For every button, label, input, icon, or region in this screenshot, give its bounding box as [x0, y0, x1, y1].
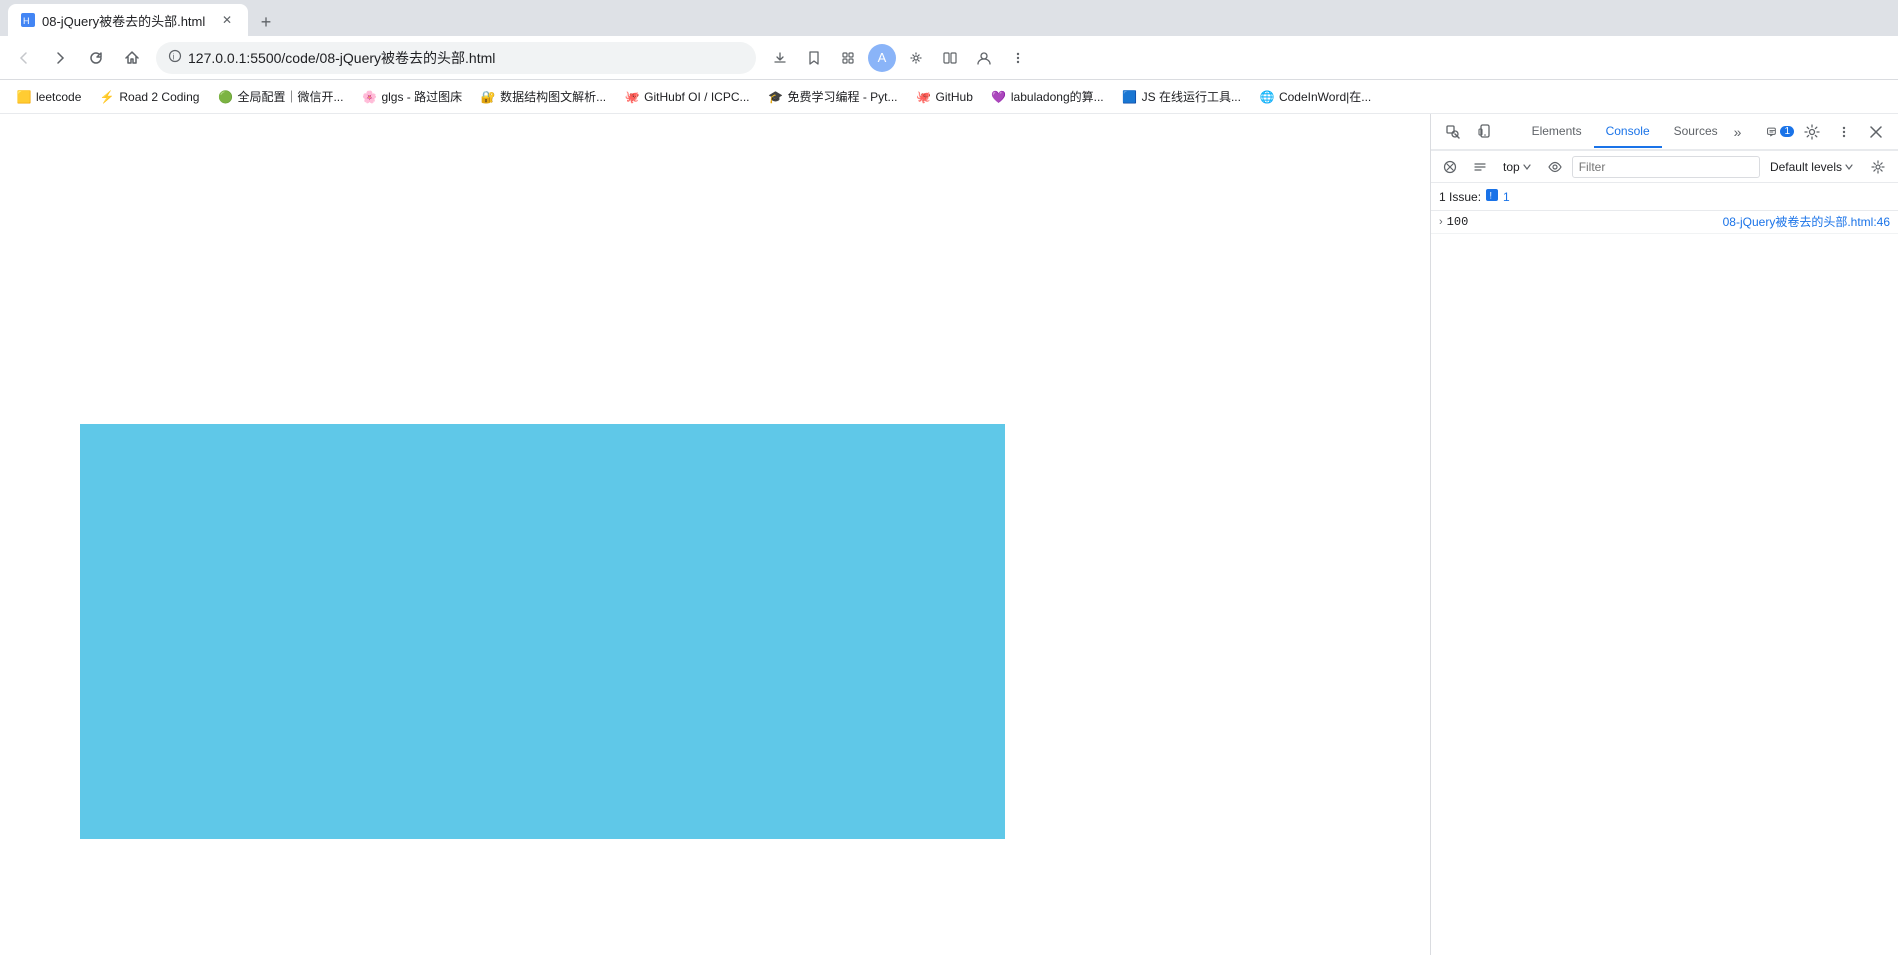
bookmark-label-js-tool: JS 在线运行工具...: [1142, 88, 1241, 105]
bookmark-label-glgs: glgs - 路过图床: [381, 88, 462, 105]
expand-icon-0[interactable]: ›: [1439, 213, 1443, 228]
devtools-toolbar: top Default levels: [1431, 151, 1898, 183]
bookmark-labuladong[interactable]: 💜 labuladong的算...: [983, 84, 1112, 109]
webpage-content[interactable]: [0, 114, 1430, 955]
feedback-badge: 1: [1780, 126, 1794, 137]
bookmark-github[interactable]: 🐙 GitHub: [908, 85, 981, 109]
bookmark-favicon-labuladong: 💜: [991, 89, 1007, 105]
devtools-more-button[interactable]: [1830, 118, 1858, 146]
bookmark-leetcode[interactable]: 🟨 leetcode: [8, 85, 89, 109]
bookmark-favicon-data-struct: 🔐: [480, 89, 496, 105]
bookmark-free-learn[interactable]: 🎓 免费学习编程 - Pyt...: [760, 84, 906, 109]
devtools-feedback-button[interactable]: 1: [1766, 118, 1794, 146]
active-tab[interactable]: H 08-jQuery被卷去的头部.html ✕: [8, 4, 248, 36]
devtools-more-tabs[interactable]: »: [1730, 120, 1746, 144]
tab-bar: H 08-jQuery被卷去的头部.html ✕ +: [0, 0, 1898, 36]
bookmark-codeinword[interactable]: 🌐 CodeInWord|在...: [1251, 84, 1379, 109]
bookmark-button[interactable]: [798, 42, 830, 74]
bookmark-label-road2coding: Road 2 Coding: [119, 90, 199, 104]
clear-console-button[interactable]: [1437, 154, 1463, 180]
user-button[interactable]: [968, 42, 1000, 74]
bookmark-label-codeinword: CodeInWord|在...: [1279, 88, 1371, 105]
issues-label: 1 Issue:: [1439, 190, 1481, 204]
console-settings-button[interactable]: [1864, 153, 1892, 181]
bookmark-label-github-oi: GitHubf OI / ICPC...: [644, 90, 749, 104]
bookmark-label-leetcode: leetcode: [36, 90, 81, 104]
nav-right-icons: A: [764, 42, 1034, 74]
security-icon: i: [168, 49, 182, 66]
issue-icon: !: [1485, 188, 1499, 205]
bookmark-favicon-github: 🐙: [916, 89, 932, 105]
console-source-0[interactable]: 08-jQuery被卷去的头部.html:46: [1723, 213, 1890, 230]
context-label: top: [1503, 160, 1520, 174]
bookmark-wechat[interactable]: 🟢 全局配置｜微信开...: [209, 84, 351, 109]
levels-label: Default levels: [1770, 160, 1842, 174]
svg-text:i: i: [173, 53, 175, 62]
address-bar[interactable]: i 127.0.0.1:5500/code/08-jQuery被卷去的头部.ht…: [156, 42, 756, 74]
console-output[interactable]: › 100 08-jQuery被卷去的头部.html:46: [1431, 211, 1898, 955]
devtools-inspect-button[interactable]: [1439, 118, 1467, 146]
forward-button[interactable]: [44, 42, 76, 74]
tab-console[interactable]: Console: [1594, 116, 1662, 148]
devtools-settings-button[interactable]: [1798, 118, 1826, 146]
back-button[interactable]: [8, 42, 40, 74]
bookmark-favicon-wechat: 🟢: [217, 89, 233, 105]
refresh-button[interactable]: [80, 42, 112, 74]
preserve-log-button[interactable]: [1467, 154, 1493, 180]
bookmark-label-free-learn: 免费学习编程 - Pyt...: [788, 88, 898, 105]
bookmark-road2coding[interactable]: ⚡ Road 2 Coding: [91, 85, 207, 109]
context-selector[interactable]: top: [1497, 158, 1538, 176]
bookmark-label-github: GitHub: [936, 90, 973, 104]
console-entry-0: › 100 08-jQuery被卷去的头部.html:46: [1431, 211, 1898, 234]
issues-count-badge: 1: [1503, 190, 1510, 204]
bookmark-favicon-road2coding: ⚡: [99, 89, 115, 105]
bookmark-favicon-leetcode: 🟨: [16, 89, 32, 105]
profile-avatar: A: [868, 44, 896, 72]
blue-box: [80, 424, 1005, 839]
bookmark-favicon-glgs: 🌸: [361, 89, 377, 105]
extensions-button[interactable]: [832, 42, 864, 74]
svg-text:!: !: [1490, 191, 1493, 201]
filter-input[interactable]: [1572, 156, 1760, 178]
svg-text:H: H: [23, 16, 30, 26]
bookmark-github-oi[interactable]: 🐙 GitHubf OI / ICPC...: [616, 85, 757, 109]
tab-favicon: H: [20, 12, 36, 28]
extensions2-button[interactable]: [900, 42, 932, 74]
bookmark-js-tool[interactable]: 🟦 JS 在线运行工具...: [1114, 84, 1249, 109]
tab-elements[interactable]: Elements: [1520, 116, 1594, 148]
bookmark-favicon-github-oi: 🐙: [624, 89, 640, 105]
home-button[interactable]: [116, 42, 148, 74]
tab-title: 08-jQuery被卷去的头部.html: [42, 11, 212, 30]
devtools-device-button[interactable]: [1471, 118, 1499, 146]
tab-close-button[interactable]: ✕: [218, 11, 236, 29]
bookmark-label-wechat: 全局配置｜微信开...: [237, 88, 343, 105]
bookmark-label-labuladong: labuladong的算...: [1011, 88, 1104, 105]
split-button[interactable]: [934, 42, 966, 74]
devtools-tab-area: Elements Console Sources »: [1520, 116, 1746, 148]
log-levels-selector[interactable]: Default levels: [1764, 158, 1860, 176]
devtools-close-button[interactable]: [1862, 118, 1890, 146]
bookmark-glgs[interactable]: 🌸 glgs - 路过图床: [353, 84, 470, 109]
bookmark-label-data-struct: 数据结构图文解析...: [500, 88, 606, 105]
devtools-panel: Elements Console Sources » 1: [1430, 114, 1898, 955]
bookmark-data-struct[interactable]: 🔐 数据结构图文解析...: [472, 84, 614, 109]
menu-button[interactable]: [1002, 42, 1034, 74]
browser-frame: H 08-jQuery被卷去的头部.html ✕ + i 127.0.0.1:5…: [0, 0, 1898, 955]
navigation-bar: i 127.0.0.1:5500/code/08-jQuery被卷去的头部.ht…: [0, 36, 1898, 80]
issues-bar: 1 Issue: ! 1: [1431, 183, 1898, 211]
eye-button[interactable]: [1542, 154, 1568, 180]
profile-button[interactable]: A: [866, 42, 898, 74]
devtools-header: Elements Console Sources » 1: [1431, 114, 1898, 150]
bookmark-favicon-free-learn: 🎓: [768, 89, 784, 105]
console-value-0: 100: [1447, 213, 1715, 231]
main-area: Elements Console Sources » 1: [0, 114, 1898, 955]
download-button[interactable]: [764, 42, 796, 74]
tab-sources[interactable]: Sources: [1662, 116, 1730, 148]
bookmarks-bar: 🟨 leetcode ⚡ Road 2 Coding 🟢 全局配置｜微信开...…: [0, 80, 1898, 114]
new-tab-button[interactable]: +: [252, 8, 280, 36]
bookmark-favicon-codeinword: 🌐: [1259, 89, 1275, 105]
address-text: 127.0.0.1:5500/code/08-jQuery被卷去的头部.html: [188, 48, 744, 68]
bookmark-favicon-js-tool: 🟦: [1122, 89, 1138, 105]
